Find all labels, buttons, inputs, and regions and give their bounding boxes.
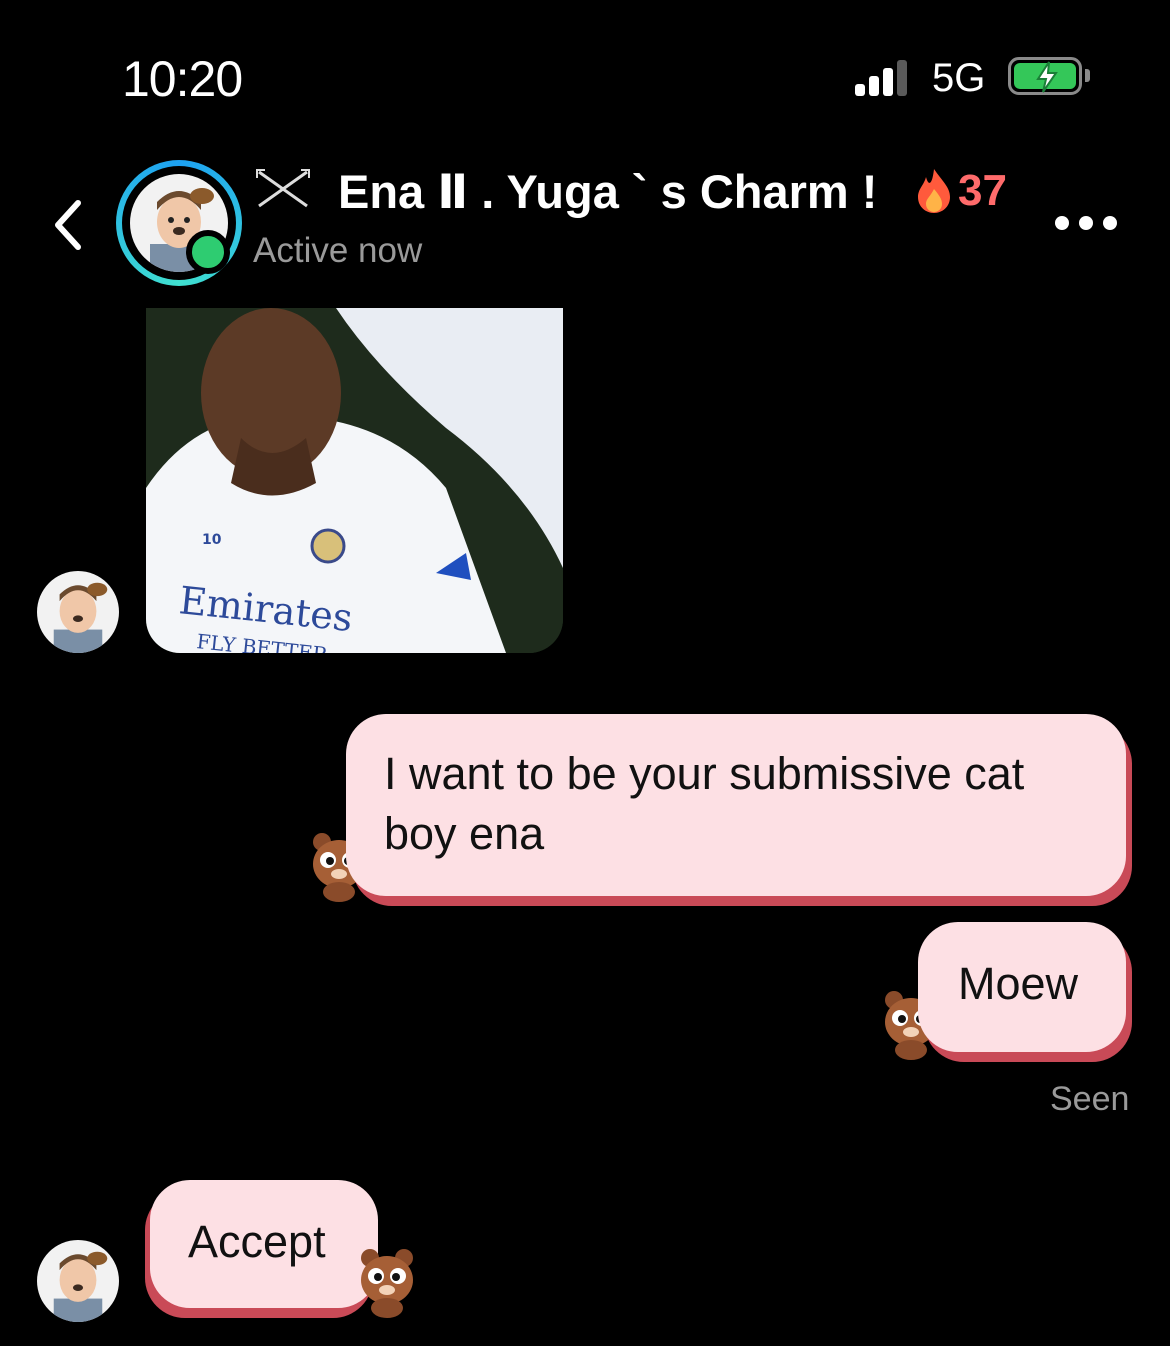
battery-cap xyxy=(1085,69,1090,82)
sender-avatar[interactable] xyxy=(37,571,119,653)
message-bubble-sent[interactable]: I want to be your submissive cat boy ena xyxy=(346,714,1126,896)
sender-avatar[interactable] xyxy=(37,1240,119,1322)
image-message[interactable]: Emirates FLY BETTER 10 xyxy=(146,308,563,653)
more-options-icon[interactable] xyxy=(1055,216,1117,232)
bear-sticker-icon xyxy=(361,1249,413,1318)
battery-icon xyxy=(1008,57,1082,95)
message-bubble-received[interactable]: Accept xyxy=(150,1180,378,1308)
streak-badge: 37 xyxy=(914,166,1007,216)
active-status: Active now xyxy=(253,231,423,270)
network-label: 5G xyxy=(932,56,986,100)
chat-title[interactable]: Ena Ⅱ . Yuga ` s Charm ! xyxy=(338,164,877,220)
fire-icon xyxy=(918,169,950,213)
read-receipt: Seen xyxy=(1050,1080,1130,1118)
online-indicator xyxy=(186,230,230,274)
status-time: 10:20 xyxy=(122,51,243,107)
signal-icon xyxy=(855,60,907,96)
streak-count: 37 xyxy=(958,166,1007,215)
crossed-swords-icon xyxy=(256,169,310,208)
back-icon[interactable] xyxy=(48,195,88,255)
message-bubble-sent[interactable]: Moew xyxy=(918,922,1126,1052)
jersey-number: 10 xyxy=(202,532,222,548)
